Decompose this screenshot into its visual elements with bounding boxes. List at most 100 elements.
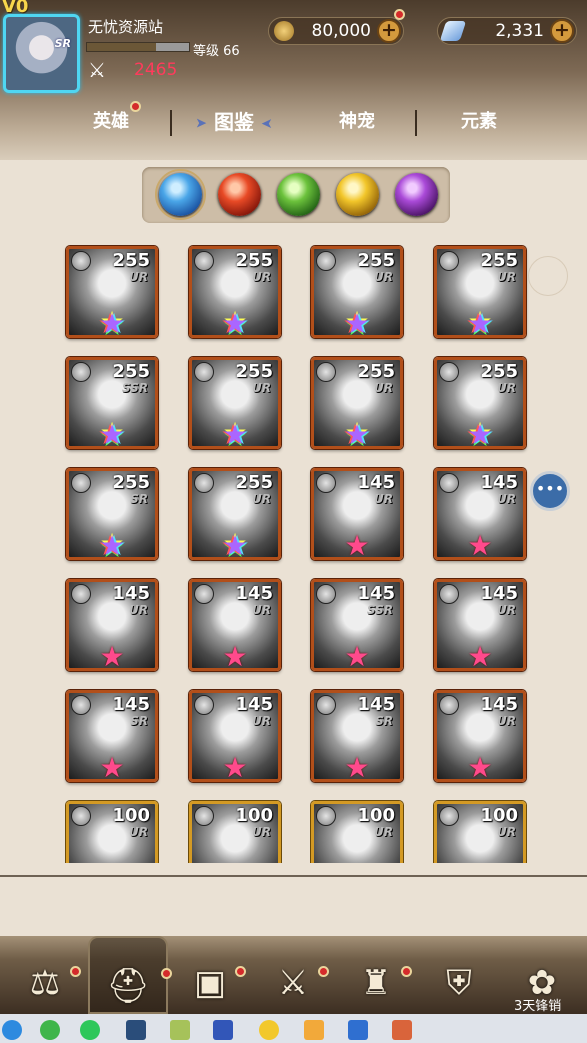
nav-tower[interactable]: ♜: [346, 954, 412, 1012]
nav-chest[interactable]: ▣: [180, 954, 246, 1012]
hero-card[interactable]: 255 UR ★: [189, 468, 281, 560]
wechat-icon[interactable]: [80, 1020, 100, 1040]
hero-card[interactable]: 255 SSR ★: [66, 357, 158, 449]
hero-element-icon: [316, 806, 336, 826]
hero-card[interactable]: 145 UR ★: [189, 690, 281, 782]
hero-level: 255: [112, 472, 150, 493]
add-gold-button[interactable]: +: [377, 19, 401, 43]
hero-card[interactable]: 145 SSR ★: [311, 579, 403, 671]
hero-level: 145: [357, 472, 395, 493]
hero-element-icon: [71, 251, 91, 271]
hero-element-icon: [316, 362, 336, 382]
tab-pets[interactable]: 神宠: [298, 104, 416, 140]
folder-icon[interactable]: [304, 1020, 324, 1040]
hero-level: 145: [112, 583, 150, 604]
pink-star-icon: ★: [222, 640, 248, 671]
rainbow-star-icon: ★: [99, 529, 125, 560]
tab-atlas[interactable]: ➤ 图鉴 ➤: [175, 104, 293, 140]
hero-element-icon: [316, 695, 336, 715]
hero-element-icon: [194, 473, 214, 493]
os-taskbar: [0, 1014, 587, 1043]
hero-level: 145: [235, 583, 273, 604]
hero-card[interactable]: 255 UR ★: [189, 357, 281, 449]
hero-card[interactable]: 145 UR ★: [434, 468, 526, 560]
hero-element-icon: [439, 362, 459, 382]
hero-rarity: UR: [252, 270, 271, 284]
hero-card[interactable]: 145 UR ★: [434, 579, 526, 671]
hero-card[interactable]: 255 UR ★: [311, 357, 403, 449]
hero-level: 100: [235, 805, 273, 826]
hero-card[interactable]: 145 UR ★: [66, 579, 158, 671]
hero-card[interactable]: 100 UR: [189, 801, 281, 863]
window-icon[interactable]: [126, 1020, 146, 1040]
rainbow-star-icon: ★: [222, 529, 248, 560]
left-wing-icon: ➤: [195, 115, 208, 132]
grid-app-icon[interactable]: [213, 1020, 233, 1040]
water-orb-icon[interactable]: [155, 169, 206, 220]
hero-card[interactable]: 100 UR: [434, 801, 526, 863]
player-name: 无忧资源站: [88, 18, 164, 36]
hero-card[interactable]: 255 UR ★: [311, 246, 403, 338]
nav-notification-dot: [401, 966, 412, 977]
hero-rarity: UR: [252, 492, 271, 506]
search-app-icon[interactable]: [259, 1020, 279, 1040]
scales-icon: ⚖: [29, 963, 61, 1003]
hero-level: 255: [235, 472, 273, 493]
hero-level: 145: [480, 472, 518, 493]
hero-level: 255: [235, 250, 273, 271]
hero-card[interactable]: 100 UR: [66, 801, 158, 863]
hero-card[interactable]: 255 UR ★: [434, 357, 526, 449]
hero-rarity: UR: [497, 492, 516, 506]
hero-card[interactable]: 145 SR ★: [66, 690, 158, 782]
chart-app-icon[interactable]: [170, 1020, 190, 1040]
hero-rarity: UR: [252, 603, 271, 617]
hero-level: 255: [112, 361, 150, 382]
combat-power: 2465: [134, 60, 178, 80]
player-avatar[interactable]: SR: [3, 14, 80, 93]
hero-element-icon: [439, 806, 459, 826]
hero-element-icon: [316, 584, 336, 604]
nav-shield[interactable]: ⛨: [429, 954, 489, 1012]
archive-icon[interactable]: [392, 1020, 412, 1040]
tab-heroes-label: 英雄: [93, 111, 129, 132]
hero-card[interactable]: 255 UR ★: [434, 246, 526, 338]
light-orb-icon[interactable]: [336, 173, 379, 216]
nav-helmet[interactable]: ⛑: [88, 936, 172, 1014]
hero-card[interactable]: 100 UR: [311, 801, 403, 863]
chat-bubble-button[interactable]: •••: [530, 471, 570, 511]
fire-orb-icon[interactable]: [218, 173, 261, 216]
nav-scales[interactable]: ⚖: [15, 954, 81, 1012]
hero-card[interactable]: 145 UR ★: [189, 579, 281, 671]
hero-rarity: UR: [374, 381, 393, 395]
hero-element-icon: [71, 362, 91, 382]
nav-crossed-swords[interactable]: ⚔: [263, 954, 329, 1012]
notes-icon[interactable]: [348, 1020, 368, 1040]
element-filter-bar: [142, 167, 450, 223]
crossed-swords-icon: ⚔: [277, 963, 309, 1003]
hero-element-icon: [71, 473, 91, 493]
add-gems-button[interactable]: +: [550, 19, 574, 43]
hero-level: 145: [112, 694, 150, 715]
hero-card[interactable]: 145 SR ★: [311, 690, 403, 782]
hero-card[interactable]: 145 UR ★: [311, 468, 403, 560]
browser-icon[interactable]: [40, 1020, 60, 1040]
tab-elements[interactable]: 元素: [420, 104, 538, 140]
nav-notification-dot: [318, 966, 329, 977]
hero-card[interactable]: 255 SR ★: [66, 468, 158, 560]
hero-card[interactable]: 145 UR ★: [434, 690, 526, 782]
dark-orb-icon[interactable]: [395, 173, 438, 216]
rainbow-star-icon: ★: [467, 418, 493, 449]
hero-level: 145: [357, 583, 395, 604]
hero-card[interactable]: 255 UR ★: [66, 246, 158, 338]
hero-level: 145: [357, 694, 395, 715]
hero-rarity: UR: [497, 825, 516, 839]
tab-bar: 英雄 ➤ 图鉴 ➤ 神宠 元素: [0, 101, 587, 142]
tab-heroes[interactable]: 英雄: [52, 101, 170, 140]
hero-card[interactable]: 255 UR ★: [189, 246, 281, 338]
wind-orb-icon[interactable]: [277, 173, 320, 216]
level-progress-fill: [87, 43, 157, 51]
pink-star-icon: ★: [222, 751, 248, 782]
top-header: SR V0 无忧资源站 等级 66 ⚔ 2465 80,000 + 2,331 …: [0, 0, 587, 160]
edge-icon[interactable]: [2, 1020, 22, 1040]
bottom-nav: ⚖ ⛑ ▣ ⚔ ♜ ⛨ ✿ 3天锋销: [0, 936, 587, 1014]
